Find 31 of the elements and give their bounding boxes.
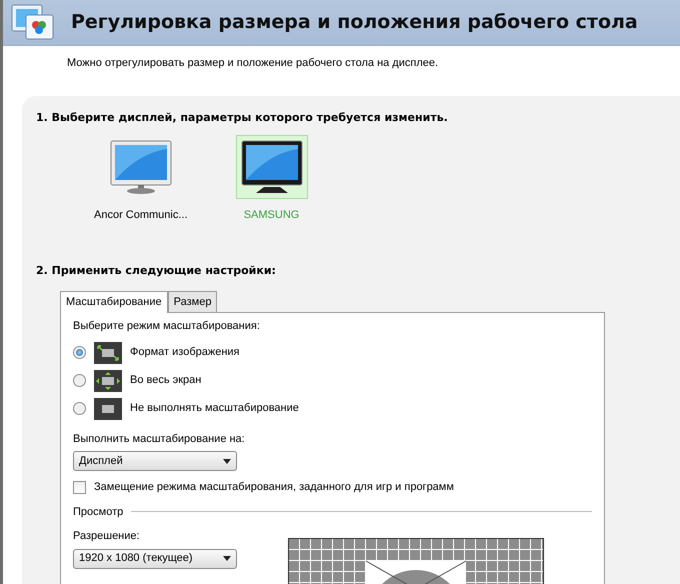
resolution-dropdown[interactable]: 1920 x 1080 (текущее) bbox=[73, 548, 237, 568]
tab[interactable]: Масштабирование bbox=[60, 290, 168, 313]
radio-label: Во весь экран bbox=[130, 373, 202, 388]
section-heading: 2. Применить следующие настройки: bbox=[36, 263, 277, 279]
monitor-icon bbox=[108, 138, 173, 194]
checkbox-label: Замещение режима масштабирования, заданного для игр и программ bbox=[94, 480, 454, 495]
radio-label: Формат изображения bbox=[130, 345, 240, 360]
caret-icon bbox=[223, 556, 231, 561]
scale-target-label: Выполнить масштабирование на: bbox=[73, 432, 246, 446]
resolution-label: Разрешение: bbox=[73, 529, 141, 544]
page-title: Регулировка размера и положения рабочего стола bbox=[71, 10, 638, 36]
checkbox[interactable] bbox=[73, 480, 86, 494]
monitor-label: SAMSUNG bbox=[244, 208, 300, 222]
display-settings-icon bbox=[11, 2, 55, 42]
monitor-icon bbox=[240, 138, 304, 194]
scaling-mode-icon bbox=[94, 370, 122, 392]
page-description: Можно отрегулировать размер и положение рабочего стола на дисплее. bbox=[67, 57, 438, 69]
radio-label: Не выполнять масштабирование bbox=[130, 401, 299, 416]
radio-button[interactable] bbox=[73, 402, 86, 415]
monitor-label: Ancor Communic... bbox=[94, 208, 188, 222]
radio-button[interactable] bbox=[73, 346, 86, 359]
scale-target-dropdown[interactable]: Дисплей bbox=[73, 451, 237, 471]
radio-button[interactable] bbox=[73, 374, 86, 387]
preview-group-label: Просмотр bbox=[73, 504, 124, 520]
section-heading: 1. Выберите дисплей, параметры которого требуется изменить. bbox=[36, 110, 449, 126]
scaling-mode-prompt: Выберите режим масштабирования: bbox=[73, 319, 261, 334]
caret-icon bbox=[223, 458, 231, 464]
scaling-mode-icon bbox=[94, 398, 122, 420]
tab[interactable]: Размер bbox=[168, 290, 218, 312]
scaling-mode-icon bbox=[94, 342, 122, 364]
monitor-option[interactable] bbox=[236, 134, 308, 198]
